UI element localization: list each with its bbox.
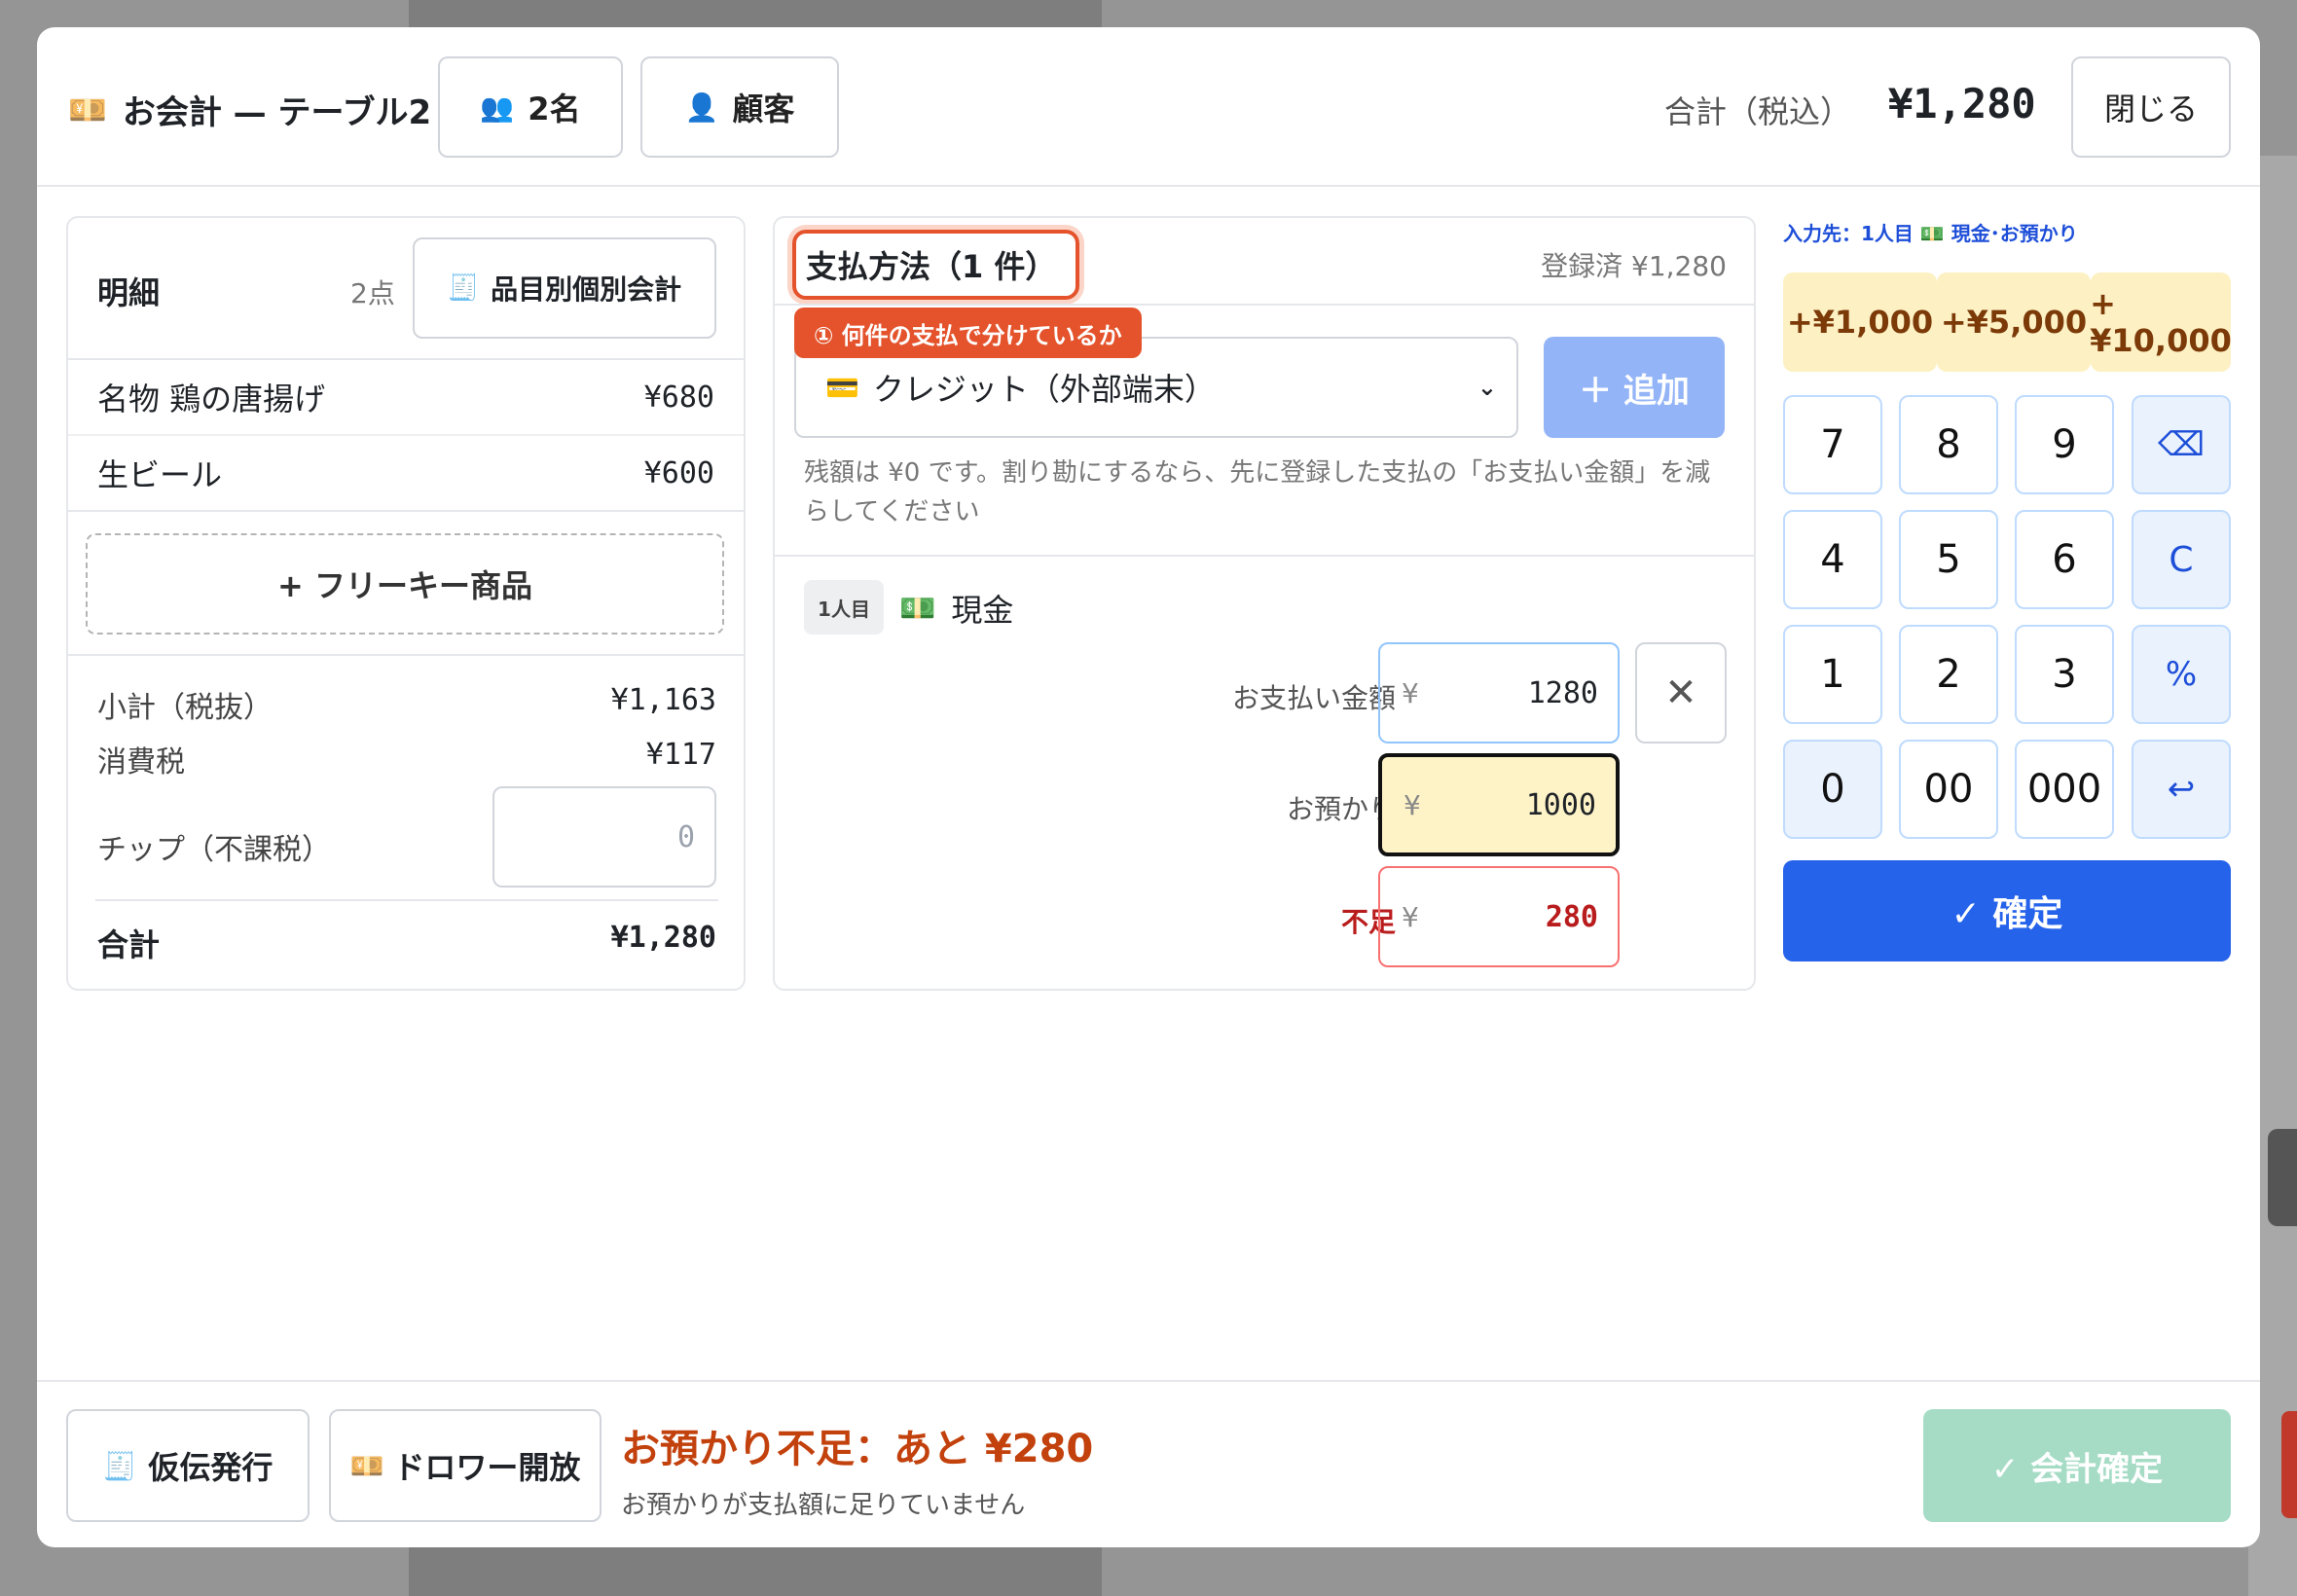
payment-note: 残額は ¥0 です。割り勘にするなら、先に登録した支払の「お支払い金額」を減らし… [804, 458, 1711, 526]
credit-card-icon: 💳 [825, 371, 859, 404]
add-payment-button[interactable]: ＋ 追加 [1544, 337, 1725, 438]
pay-amount-label: お支払い金額 [1231, 682, 1396, 714]
tax-label: 消費税 [97, 745, 185, 780]
divider [775, 304, 1754, 306]
quick-add-10000-button[interactable]: +¥10,000 [2090, 272, 2232, 372]
key-1[interactable]: 1 [1783, 625, 1882, 724]
list-item[interactable]: 名物 鶏の唐揚げ ¥680 [68, 360, 744, 434]
shortage-warning-title: お預かり不足：あと ¥280 [621, 1427, 1094, 1471]
cash-drawer-icon: 💴 [349, 1449, 384, 1482]
tip-input[interactable]: 0 [492, 786, 716, 888]
cash-icon: 💵 [899, 591, 936, 626]
receipt-icon: 🧾 [102, 1449, 137, 1482]
pay-amount-input[interactable]: ¥ 1280 [1378, 642, 1620, 744]
enter-icon[interactable]: ↩ [2132, 740, 2231, 839]
key-2[interactable]: 2 [1899, 625, 1998, 724]
people-icon: 👥 [480, 91, 515, 124]
tip-label: チップ（不課税） [97, 833, 331, 867]
free-key-item-button[interactable]: + フリーキー商品 [86, 533, 724, 635]
quick-add-5000-button[interactable]: +¥5,000 [1937, 272, 2091, 372]
remove-payment-button[interactable]: ✕ [1635, 642, 1727, 744]
background-app-bottom [409, 1547, 1102, 1596]
keypad-target: 入力先：1人目 💵 現金･お預かり [1783, 222, 2078, 245]
subtotal-label: 小計（税抜） [97, 691, 273, 725]
shortage-field: ¥ 280 [1378, 866, 1620, 967]
subtotal-value: ¥1,163 [610, 683, 716, 717]
key-0[interactable]: 0 [1783, 740, 1882, 839]
payment-entry-method: 💵 現金 [899, 591, 1014, 630]
clear-key[interactable]: C [2132, 510, 2231, 609]
divider [95, 899, 718, 901]
footer-divider [37, 1380, 2260, 1382]
chevron-down-icon: ⌄ [1477, 374, 1497, 401]
key-7[interactable]: 7 [1783, 395, 1882, 494]
key-000[interactable]: 000 [2015, 740, 2114, 839]
customer-button[interactable]: 👤 顧客 [640, 56, 839, 158]
key-6[interactable]: 6 [2015, 510, 2114, 609]
quick-add-1000-button[interactable]: +¥1,000 [1783, 272, 1937, 372]
close-button[interactable]: 閉じる [2071, 56, 2231, 158]
tax-value: ¥117 [645, 738, 716, 772]
backspace-icon[interactable]: ⌫ [2132, 395, 2231, 494]
finalize-checkout-button[interactable]: ✓ 会計確定 [1923, 1409, 2231, 1522]
help-tooltip: ① 何件の支払で分けているか [794, 308, 1142, 358]
payment-title: 支払方法（1 件） [792, 230, 1080, 300]
key-5[interactable]: 5 [1899, 510, 1998, 609]
header-total-label: 合計（税込） [1664, 93, 1852, 130]
items-panel: 明細 2点 🧾 品目別個別会計 名物 鶏の唐揚げ ¥680 生ビール ¥600 … [66, 216, 746, 991]
items-total-value: ¥1,280 [610, 921, 716, 955]
close-icon: ✕ [1664, 671, 1697, 715]
registered-total: 登録済 ¥1,280 [1541, 250, 1727, 282]
items-total-label: 合計 [97, 926, 161, 963]
provisional-receipt-button[interactable]: 🧾 仮伝発行 [66, 1409, 310, 1522]
key-8[interactable]: 8 [1899, 395, 1998, 494]
open-drawer-button[interactable]: 💴 ドロワー開放 [329, 1409, 602, 1522]
divider [68, 510, 744, 512]
list-item[interactable]: 生ビール ¥600 [68, 436, 744, 510]
modal-title: 💴 お会計 — テーブル2 [68, 91, 432, 133]
modal-header: 💴 お会計 — テーブル2 👥 2名 👤 顧客 合計（税込） ¥1,280 閉じ… [37, 27, 2260, 187]
person-icon: 👤 [684, 91, 719, 124]
key-9[interactable]: 9 [2015, 395, 2114, 494]
deposit-input[interactable]: ¥ 1000 [1378, 753, 1620, 856]
payment-panel: 支払方法（1 件） 登録済 ¥1,280 💳 クレジット（外部端末） ⌄ ① 何… [773, 216, 1756, 991]
percent-key[interactable]: % [2132, 625, 2231, 724]
divider [68, 654, 744, 656]
person-badge: 1人目 [804, 580, 884, 635]
key-4[interactable]: 4 [1783, 510, 1882, 609]
background-red-button [2281, 1411, 2297, 1518]
background-app [409, 0, 1102, 27]
items-title: 明細 [97, 274, 161, 311]
checkout-modal: 💴 お会計 — テーブル2 👥 2名 👤 顧客 合計（税込） ¥1,280 閉じ… [37, 27, 2260, 1547]
keypad-confirm-button[interactable]: ✓ 確定 [1783, 860, 2231, 961]
background-button [2268, 1129, 2297, 1226]
divider [775, 555, 1754, 557]
guests-button[interactable]: 👥 2名 [438, 56, 623, 158]
register-icon: 💴 [68, 91, 107, 128]
key-00[interactable]: 00 [1899, 740, 1998, 839]
items-count: 2点 [350, 277, 395, 309]
header-total-value: ¥1,280 [1888, 80, 2036, 127]
key-3[interactable]: 3 [2015, 625, 2114, 724]
split-by-item-button[interactable]: 🧾 品目別個別会計 [413, 237, 716, 339]
shortage-warning-subtitle: お預かりが支払額に足りていません [621, 1491, 1026, 1520]
receipt-icon: 🧾 [447, 273, 480, 303]
